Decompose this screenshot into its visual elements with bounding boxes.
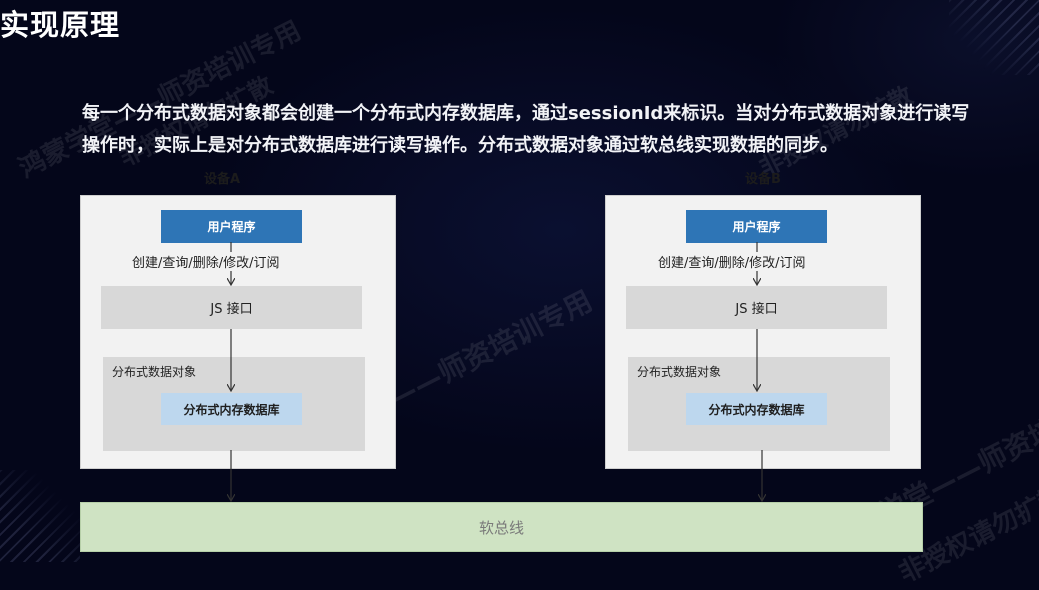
connector-arrows [0,242,1039,562]
device-b-arrows [757,242,762,500]
operations-label: 创建/查询/删除/修改/订阅 [658,252,806,271]
operations-label: 创建/查询/删除/修改/订阅 [132,252,280,271]
